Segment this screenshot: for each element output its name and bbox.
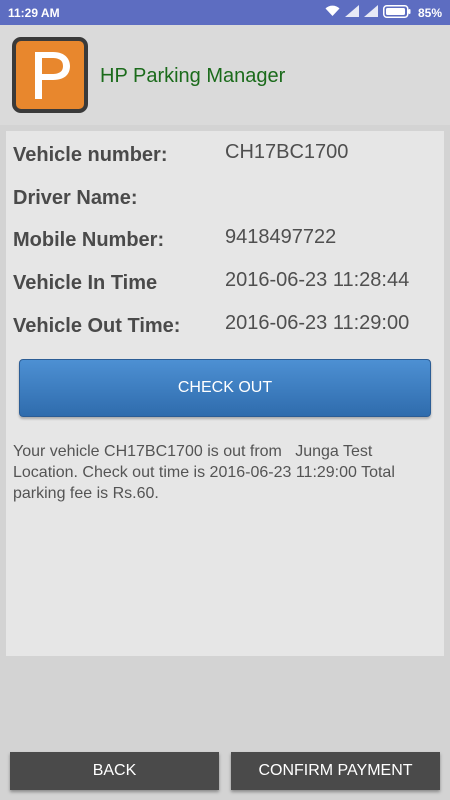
- wifi-icon: [325, 5, 340, 20]
- signal-icon: [363, 5, 378, 20]
- vehicle-details-card: Vehicle number: CH17BC1700 Driver Name: …: [6, 131, 444, 656]
- check-out-button[interactable]: CHECK OUT: [19, 359, 431, 417]
- status-bar: 11:29 AM 85%: [0, 0, 450, 25]
- status-icons: 85%: [325, 4, 442, 21]
- mobile-number-value: 9418497722: [225, 226, 337, 248]
- signal-icon: [344, 5, 359, 20]
- out-time-label: Vehicle Out Time:: [13, 315, 181, 337]
- mobile-number-label: Mobile Number:: [13, 229, 165, 251]
- app-header: HP Parking Manager: [0, 25, 450, 125]
- checkout-result-message: Your vehicle CH17BC1700 is out from Jung…: [13, 443, 400, 502]
- in-time-label: Vehicle In Time: [13, 272, 158, 294]
- confirm-payment-button[interactable]: CONFIRM PAYMENT: [231, 752, 440, 790]
- vehicle-number-label: Vehicle number:: [13, 144, 168, 166]
- battery-icon: [382, 4, 411, 21]
- back-button[interactable]: BACK: [10, 752, 219, 790]
- parking-logo-icon: [12, 37, 88, 113]
- app-title: HP Parking Manager: [100, 65, 286, 87]
- vehicle-number-value: CH17BC1700: [225, 141, 349, 163]
- out-time-value: 2016-06-23 11:29:00: [225, 312, 410, 334]
- battery-percent: 85%: [417, 5, 442, 20]
- driver-name-label: Driver Name:: [13, 187, 138, 209]
- in-time-value: 2016-06-23 11:28:44: [225, 269, 410, 291]
- status-time: 11:29 AM: [8, 6, 60, 20]
